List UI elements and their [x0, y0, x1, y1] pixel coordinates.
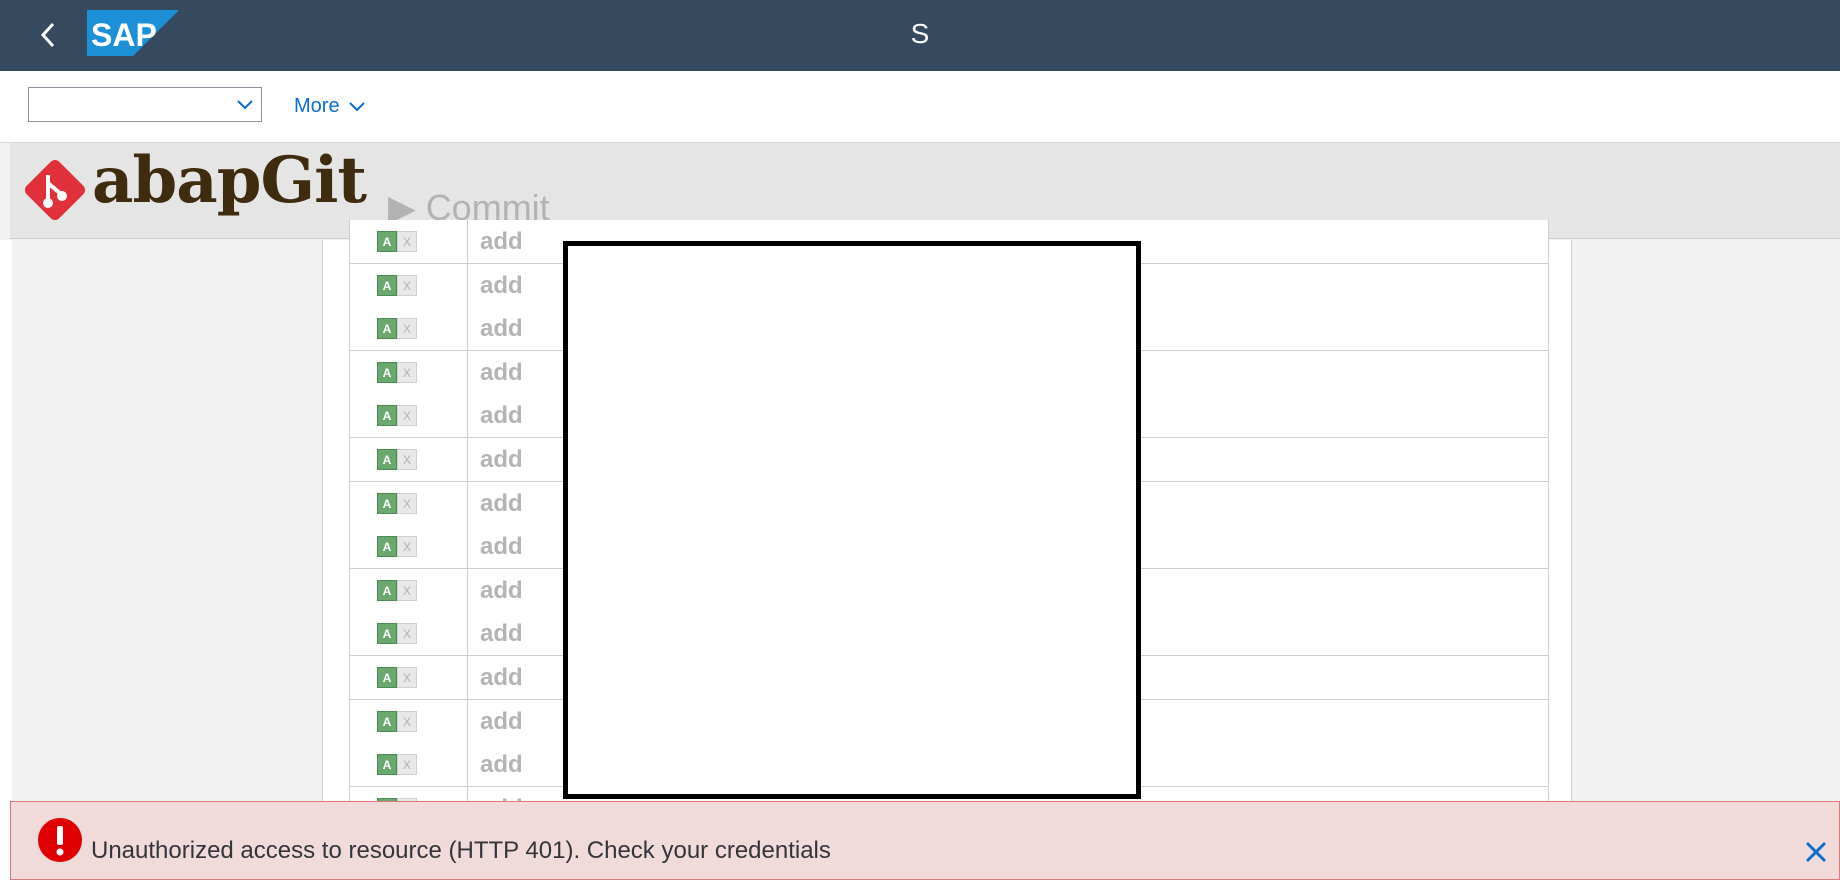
- flag-added: A: [377, 231, 397, 252]
- flag-added: A: [377, 361, 397, 383]
- flag-removed: X: [397, 754, 417, 776]
- file-flags-cell: AX: [350, 656, 468, 699]
- flag-added: A: [377, 754, 397, 776]
- file-action: add: [480, 315, 523, 343]
- flag-added: A: [377, 667, 397, 688]
- flag-added: A: [377, 318, 397, 340]
- file-action: add: [480, 402, 523, 430]
- file-flags-cell: AX: [350, 481, 468, 525]
- file-flags-cell: AX: [350, 568, 468, 612]
- file-flags-cell: AX: [350, 699, 468, 743]
- file-action: add: [480, 664, 523, 691]
- file-action: add: [480, 446, 523, 473]
- flag-removed: X: [397, 274, 417, 296]
- file-flags-cell: AX: [350, 220, 468, 263]
- transaction-select[interactable]: [28, 87, 262, 122]
- toolbar: More: [0, 71, 1840, 143]
- chevron-down-icon: [237, 100, 253, 110]
- file-action: add: [480, 576, 523, 604]
- shell-bar: SAP S: [0, 0, 1840, 71]
- file-flags-cell: AX: [350, 438, 468, 481]
- file-action: add: [480, 489, 523, 517]
- brand-name: abapGit: [92, 143, 367, 218]
- file-flags-cell: AX: [350, 743, 468, 787]
- file-action: add: [480, 228, 523, 255]
- file-action: add: [480, 358, 523, 386]
- file-action: add: [480, 707, 523, 735]
- flag-added: A: [377, 710, 397, 732]
- more-button[interactable]: More: [294, 95, 366, 118]
- file-flags-cell: AX: [350, 612, 468, 656]
- flag-added: A: [377, 579, 397, 601]
- flag-removed: X: [397, 667, 417, 688]
- flag-removed: X: [397, 492, 417, 514]
- flag-added: A: [377, 623, 397, 645]
- flag-added: A: [377, 449, 397, 470]
- redacted-area: [563, 241, 1141, 799]
- more-label: More: [294, 95, 340, 117]
- file-action: add: [480, 271, 523, 299]
- flag-removed: X: [397, 449, 417, 470]
- chevron-down-icon: [348, 101, 365, 111]
- file-flags-cell: AX: [350, 307, 468, 351]
- close-icon[interactable]: [1801, 837, 1831, 867]
- flag-added: A: [377, 536, 397, 558]
- flag-removed: X: [397, 579, 417, 601]
- flag-removed: X: [397, 318, 417, 340]
- shell-title: S: [910, 18, 930, 49]
- file-action: add: [480, 620, 523, 648]
- git-logo-icon: [24, 159, 86, 221]
- file-action: add: [480, 751, 523, 779]
- flag-removed: X: [397, 405, 417, 427]
- file-flags-cell: AX: [350, 263, 468, 307]
- error-message-strip: Unauthorized access to resource (HTTP 40…: [10, 801, 1840, 880]
- flag-removed: X: [397, 361, 417, 383]
- flag-removed: X: [397, 623, 417, 645]
- error-message-text: Unauthorized access to resource (HTTP 40…: [91, 837, 831, 864]
- flag-added: A: [377, 405, 397, 427]
- flag-added: A: [377, 492, 397, 514]
- file-flags-cell: AX: [350, 394, 468, 438]
- flag-removed: X: [397, 231, 417, 252]
- flag-removed: X: [397, 710, 417, 732]
- error-icon: [38, 818, 82, 862]
- file-flags-cell: AX: [350, 350, 468, 394]
- flag-removed: X: [397, 536, 417, 558]
- file-flags-cell: AX: [350, 525, 468, 569]
- left-strip: [0, 240, 12, 880]
- file-action: add: [480, 533, 523, 561]
- flag-added: A: [377, 274, 397, 296]
